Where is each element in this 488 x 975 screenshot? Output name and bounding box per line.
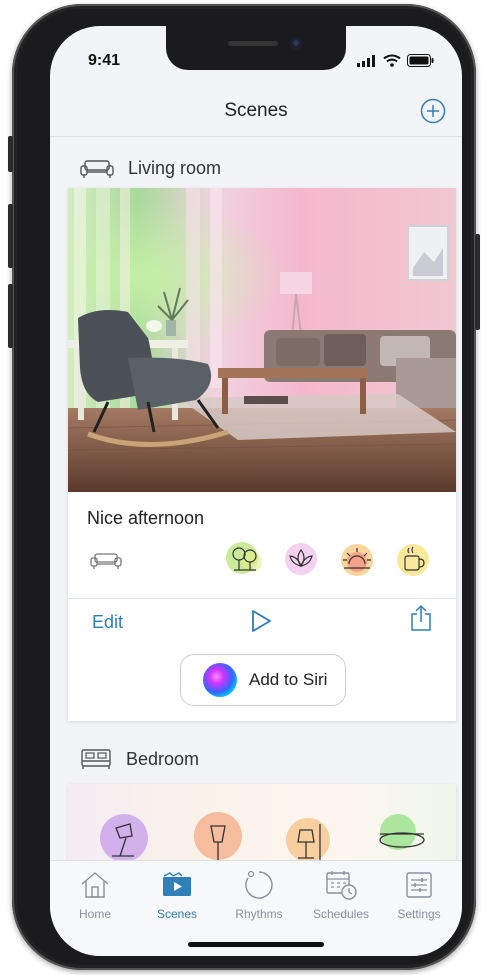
- living-room-photo: [68, 188, 456, 492]
- status-time: 9:41: [88, 52, 121, 69]
- power-button: [475, 234, 480, 330]
- settings-icon: [406, 872, 432, 898]
- phone-frame: 9:41 Scenes Living room Nice afternoon E…: [8, 4, 480, 970]
- battery-icon: [407, 54, 434, 67]
- notch: [166, 26, 346, 70]
- add-to-siri-label: Add to Siri: [249, 670, 328, 689]
- rhythms-icon: [245, 870, 273, 899]
- status-icons: [357, 54, 434, 67]
- tab-label: Home: [78, 907, 111, 921]
- bed-icon: [81, 749, 111, 769]
- sunset-icon: [341, 544, 373, 576]
- front-camera: [290, 37, 302, 49]
- scene-mood-icons: [224, 538, 434, 580]
- screen: 9:41 Scenes Living room Nice afternoon E…: [50, 26, 462, 956]
- volume-up-button: [8, 204, 13, 268]
- sofa-icon: [80, 159, 114, 178]
- schedules-icon: [326, 871, 357, 900]
- siri-icon: [203, 663, 237, 697]
- sofa-icon: [90, 553, 122, 569]
- tab-home[interactable]: Home: [54, 869, 136, 921]
- tab-label: Scenes: [156, 907, 198, 921]
- home-icon: [81, 872, 109, 898]
- edit-button[interactable]: Edit: [92, 612, 123, 633]
- room-header-bedroom: Bedroom: [80, 748, 199, 770]
- tab-label: Settings: [397, 907, 441, 921]
- share-icon[interactable]: [410, 604, 432, 632]
- play-icon[interactable]: [248, 608, 274, 634]
- home-indicator: [188, 942, 324, 947]
- room-name-bedroom: Bedroom: [126, 748, 200, 769]
- scene-photo[interactable]: [68, 188, 456, 492]
- tab-schedules[interactable]: Schedules: [300, 869, 382, 921]
- silent-switch: [8, 136, 13, 172]
- scene-name: Nice afternoon: [87, 508, 205, 528]
- add-to-siri-button[interactable]: Add to Siri: [180, 654, 346, 706]
- add-scene-icon[interactable]: [420, 98, 446, 124]
- trees-icon: [226, 542, 262, 574]
- scene-card[interactable]: Nice afternoon Edit Add to Siri: [68, 188, 456, 721]
- lotus-icon: [285, 543, 317, 575]
- tab-label: Schedules: [312, 907, 370, 921]
- signal-icon: [357, 54, 375, 67]
- tab-scenes[interactable]: Scenes: [136, 869, 218, 921]
- tab-label: Rhythms: [235, 907, 283, 921]
- wifi-icon: [383, 54, 401, 67]
- page-title: Scenes: [224, 100, 288, 121]
- scenes-icon: [163, 872, 191, 896]
- tab-settings[interactable]: Settings: [378, 869, 460, 921]
- speaker: [228, 41, 278, 46]
- app-header: Scenes: [50, 88, 462, 137]
- volume-down-button: [8, 284, 13, 348]
- room-header-living: Living room: [80, 158, 221, 179]
- tab-rhythms[interactable]: Rhythms: [218, 869, 300, 921]
- card-divider: [68, 598, 456, 599]
- coffee-icon: [397, 544, 429, 576]
- room-name-living: Living room: [128, 158, 222, 178]
